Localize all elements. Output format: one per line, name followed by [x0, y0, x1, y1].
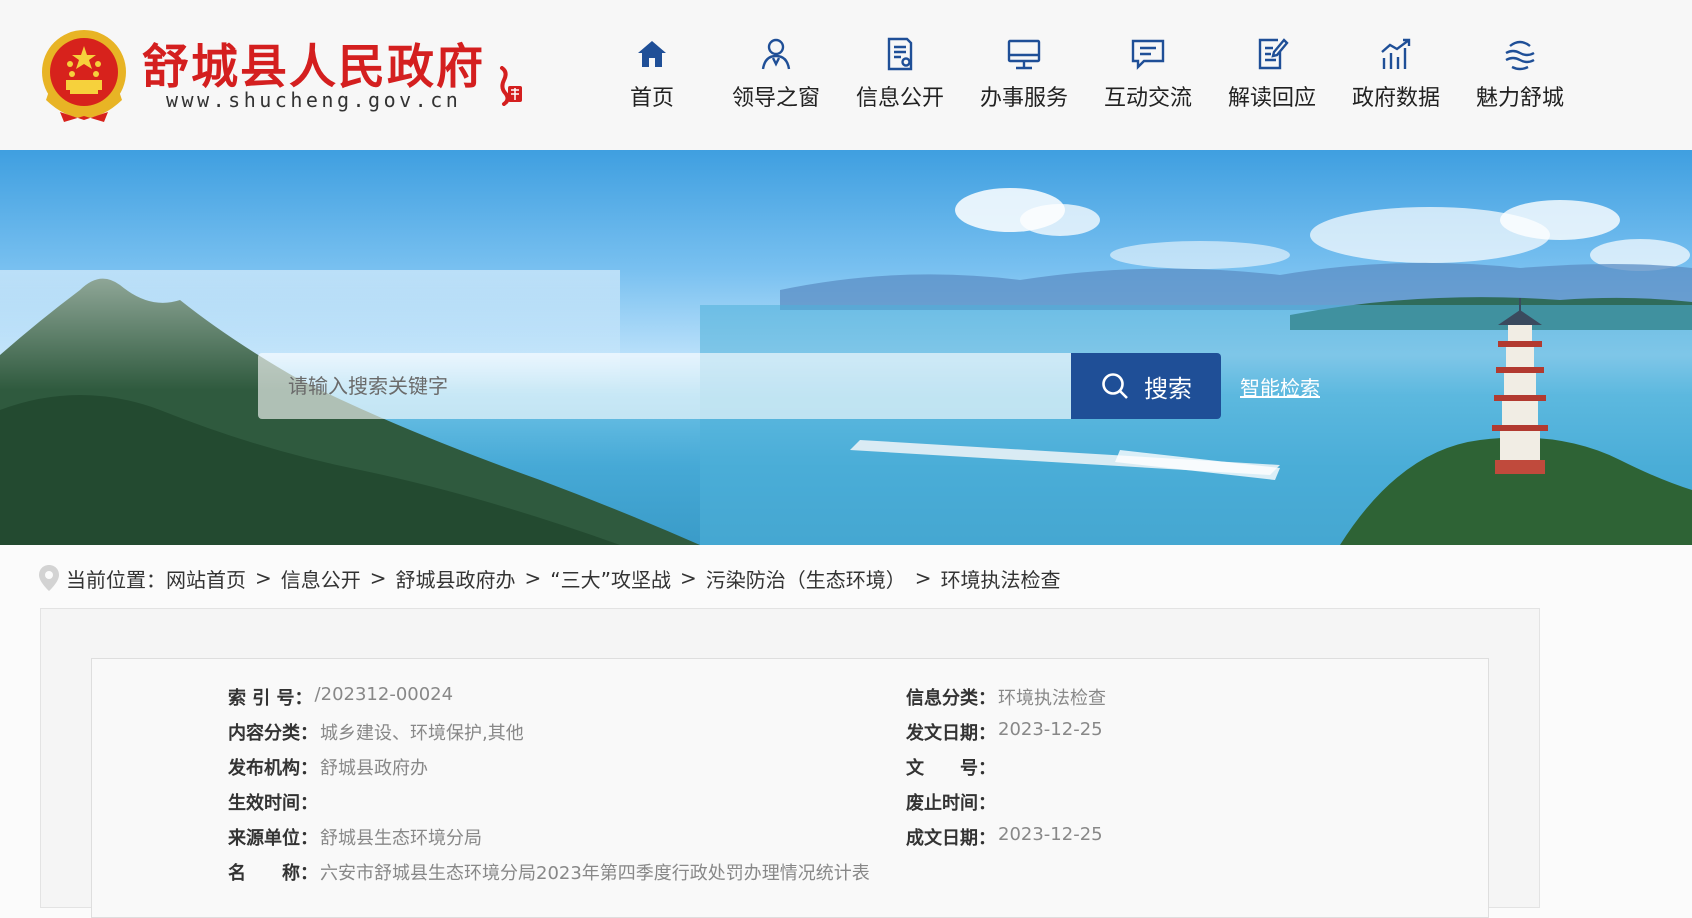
meta-info-category: 信息分类： 环境执法检查 [906, 688, 1106, 709]
monitor-icon [1007, 39, 1041, 70]
nav-interaction[interactable]: 互动交流 [1086, 32, 1210, 122]
calligraphy-seal-icon [500, 66, 522, 106]
search-button[interactable]: 搜索 [1071, 353, 1221, 419]
document-icon [887, 37, 913, 71]
meta-doc-no: 文 号： [906, 758, 996, 779]
main-nav: 首页 领导之窗 信息公开 办事服务 互动交流 解读回应 政府数据 魅力舒城 [590, 32, 1582, 122]
nav-label: 领导之窗 [731, 86, 820, 111]
breadcrumb-info-public[interactable]: 信息公开 [281, 564, 361, 593]
leader-icon [761, 38, 791, 70]
breadcrumb-separator: > [255, 566, 272, 590]
chart-icon [1381, 38, 1411, 69]
landscape-icon [1505, 40, 1535, 71]
breadcrumb-county-office[interactable]: 舒城县政府办 [396, 564, 516, 593]
nav-label: 魅力舒城 [1475, 86, 1564, 111]
home-icon [638, 41, 666, 67]
breadcrumb-env-inspection[interactable]: 环境执法检查 [941, 564, 1061, 593]
nav-gov-data[interactable]: 政府数据 [1334, 32, 1458, 122]
lake-landscape-image [0, 188, 1692, 545]
nav-interpretation[interactable]: 解读回应 [1210, 32, 1334, 122]
breadcrumb-three-battles[interactable]: “三大”攻坚战 [550, 564, 671, 593]
nav-label: 信息公开 [855, 86, 944, 111]
search-icon [1102, 373, 1128, 399]
meta-created-date: 成文日期： 2023-12-25 [906, 824, 1103, 849]
meta-expiry-time: 废止时间： [906, 793, 996, 814]
meta-publisher: 发布机构： 舒城县政府办 [228, 758, 428, 779]
meta-index-no: 索 引 号： /202312-00024 [228, 684, 454, 709]
nav-charm-shucheng[interactable]: 魅力舒城 [1458, 32, 1582, 122]
breadcrumb-prefix: 当前位置： [66, 567, 166, 592]
breadcrumb-home[interactable]: 网站首页 [166, 564, 246, 593]
meta-content-category: 内容分类： 城乡建设、环境保护,其他 [228, 723, 524, 744]
search-input[interactable] [258, 353, 1072, 419]
breadcrumb-separator: > [680, 566, 697, 590]
nav-services[interactable]: 办事服务 [962, 32, 1086, 122]
site-header: 舒城县人民政府 www.shucheng.gov.cn 首页 领导之窗 信息公开… [0, 0, 1692, 150]
meta-effective-time: 生效时间： [228, 793, 318, 814]
location-pin-icon [39, 565, 59, 591]
nav-leaders[interactable]: 领导之窗 [714, 32, 838, 122]
meta-source: 来源单位： 舒城县生态环境分局 [228, 828, 482, 849]
breadcrumb-separator: > [914, 566, 932, 590]
breadcrumb-separator: > [524, 566, 542, 590]
chat-icon [1131, 39, 1165, 70]
nav-home[interactable]: 首页 [590, 32, 714, 122]
nav-label: 政府数据 [1351, 86, 1440, 111]
breadcrumb-pollution-control[interactable]: 污染防治（生态环境） [706, 564, 906, 593]
breadcrumb: 当前位置： 网站首页 > 信息公开 > 舒城县政府办 > “三大”攻坚战 > 污… [38, 562, 1061, 594]
breadcrumb-separator: > [369, 566, 387, 590]
nav-info-public[interactable]: 信息公开 [838, 32, 962, 122]
search-button-label: 搜索 [1144, 374, 1192, 403]
hero-banner: 搜索 智能检索 [0, 150, 1692, 545]
nav-label: 互动交流 [1103, 86, 1192, 111]
nav-label: 首页 [629, 86, 674, 111]
smart-search-link[interactable]: 智能检索 [1240, 372, 1320, 401]
national-emblem-icon [42, 30, 126, 122]
site-title: 舒城县人民政府 [142, 40, 485, 95]
meta-issue-date: 发文日期： 2023-12-25 [906, 719, 1103, 744]
nav-label: 解读回应 [1227, 86, 1316, 111]
meta-name: 名 称： 六安市舒城县生态环境分局2023年第四季度行政处罚办理情况统计表 [228, 863, 870, 884]
nav-label: 办事服务 [979, 86, 1068, 111]
site-url: www.shucheng.gov.cn [166, 88, 462, 112]
edit-doc-icon [1258, 38, 1289, 70]
